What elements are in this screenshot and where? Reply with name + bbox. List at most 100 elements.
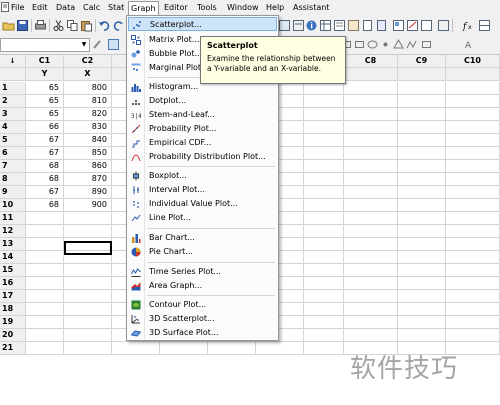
row-header[interactable]: 11 xyxy=(0,212,26,225)
worksheet-cell[interactable] xyxy=(344,303,398,316)
graph-menu-item-3d-scatterplot[interactable]: 3D Scatterplot... xyxy=(128,312,277,326)
worksheet-cell[interactable] xyxy=(344,173,398,186)
select-icon[interactable] xyxy=(107,38,120,51)
worksheet-cell[interactable] xyxy=(344,212,398,225)
column-selector-combobox[interactable]: ▼ xyxy=(0,38,90,52)
worksheet-cell[interactable]: 65 xyxy=(26,82,64,95)
worksheet-cell[interactable] xyxy=(64,277,112,290)
worksheet-cell[interactable] xyxy=(446,277,500,290)
copy-icon[interactable] xyxy=(66,19,79,32)
worksheet-cell[interactable] xyxy=(398,290,446,303)
chevron-down-icon[interactable]: ▼ xyxy=(79,39,89,51)
worksheet-cell[interactable] xyxy=(26,277,64,290)
graph-menu-item-stem-and-leaf[interactable]: 3|4 Stem-and-Leaf... xyxy=(128,108,277,122)
worksheet-cell[interactable] xyxy=(398,277,446,290)
worksheet-cell[interactable] xyxy=(344,82,398,95)
graph-menu-item-time-series[interactable]: Time Series Plot... xyxy=(128,265,277,279)
worksheet-cell[interactable] xyxy=(304,147,344,160)
history-icon[interactable] xyxy=(347,19,360,32)
worksheet-cell[interactable] xyxy=(344,121,398,134)
menu-calc[interactable]: Calc xyxy=(81,2,102,14)
graph-menu-item-individual-value[interactable]: Individual Value Plot... xyxy=(128,197,277,211)
worksheet-cell[interactable] xyxy=(398,82,446,95)
worksheet-cell[interactable] xyxy=(398,303,446,316)
worksheet-cell[interactable] xyxy=(64,316,112,329)
graph-menu-item-line-plot[interactable]: Line Plot... xyxy=(128,211,277,225)
worksheet-cell[interactable] xyxy=(344,134,398,147)
row-header[interactable]: 3 xyxy=(0,108,26,121)
worksheet-cell[interactable] xyxy=(304,225,344,238)
worksheet-cell[interactable] xyxy=(160,342,208,355)
worksheet-cell[interactable] xyxy=(344,199,398,212)
worksheet-cell[interactable] xyxy=(446,82,500,95)
worksheet-cell[interactable] xyxy=(26,238,64,251)
worksheet-cell[interactable] xyxy=(64,290,112,303)
column-name-cell[interactable] xyxy=(398,68,446,81)
worksheet-cell[interactable] xyxy=(398,134,446,147)
calculator-icon[interactable]: fx xyxy=(462,19,475,32)
worksheet-cell[interactable]: 810 xyxy=(64,95,112,108)
graph-menu-item-contour-plot[interactable]: Contour Plot... xyxy=(128,298,277,312)
worksheet-cell[interactable]: 67 xyxy=(26,147,64,160)
worksheet-cell[interactable]: 67 xyxy=(26,186,64,199)
worksheet-cell[interactable] xyxy=(398,329,446,342)
menu-edit[interactable]: Edit xyxy=(30,2,50,14)
worksheet-cell[interactable] xyxy=(304,173,344,186)
worksheet-cell[interactable] xyxy=(304,303,344,316)
worksheet-cell[interactable] xyxy=(304,251,344,264)
menu-assistant[interactable]: Assistant xyxy=(291,2,331,14)
worksheet-cell[interactable]: 66 xyxy=(26,121,64,134)
graph-menu-item-dotplot[interactable]: Dotplot... xyxy=(128,94,277,108)
worksheet-cell[interactable] xyxy=(446,160,500,173)
worksheet-cell[interactable] xyxy=(304,160,344,173)
tile-icon[interactable] xyxy=(420,19,433,32)
worksheet-cell[interactable] xyxy=(26,329,64,342)
menu-tools[interactable]: Tools xyxy=(195,2,219,14)
menu-window[interactable]: Window xyxy=(225,2,261,14)
active-cell-cursor[interactable] xyxy=(64,241,112,255)
row-header[interactable]: 15 xyxy=(0,264,26,277)
worksheet-cell[interactable] xyxy=(304,212,344,225)
worksheet-cell[interactable] xyxy=(304,342,344,355)
row-header[interactable]: 13 xyxy=(0,238,26,251)
worksheet-cell[interactable] xyxy=(398,121,446,134)
column-name-cell[interactable] xyxy=(446,68,500,81)
worksheet-cell[interactable] xyxy=(344,225,398,238)
worksheet-cell[interactable] xyxy=(26,290,64,303)
menu-data[interactable]: Data xyxy=(54,2,77,14)
worksheet-cell[interactable] xyxy=(446,225,500,238)
row-header[interactable]: 9 xyxy=(0,186,26,199)
worksheet-cell[interactable] xyxy=(26,342,64,355)
graph-menu-item-probability-plot[interactable]: Probability Plot... xyxy=(128,122,277,136)
row-header[interactable]: 16 xyxy=(0,277,26,290)
worksheet-cell[interactable] xyxy=(64,329,112,342)
worksheet-cell[interactable] xyxy=(446,121,500,134)
graph-menu-item-probability-distribution[interactable]: Probability Distribution Plot... xyxy=(128,150,277,164)
column-header[interactable]: C1 xyxy=(26,55,64,68)
sheet-corner-cell[interactable]: ↓ xyxy=(0,55,26,68)
worksheet-cell[interactable] xyxy=(26,251,64,264)
print-icon[interactable] xyxy=(34,19,47,32)
brush-icon[interactable] xyxy=(91,38,104,51)
worksheet-cell[interactable]: 820 xyxy=(64,108,112,121)
worksheet-cell[interactable]: 67 xyxy=(26,134,64,147)
worksheet-cell[interactable] xyxy=(344,186,398,199)
shape-tool-icon[interactable] xyxy=(420,38,433,51)
worksheet-cell[interactable] xyxy=(446,316,500,329)
worksheet-cell[interactable] xyxy=(398,238,446,251)
menu-editor[interactable]: Editor xyxy=(162,2,190,14)
cut-icon[interactable] xyxy=(52,19,65,32)
worksheet-cell[interactable] xyxy=(304,264,344,277)
graph-menu-item-boxplot[interactable]: Boxplot... xyxy=(128,169,277,183)
row-header[interactable]: 6 xyxy=(0,147,26,160)
worksheet-cell[interactable] xyxy=(26,225,64,238)
worksheet-cell[interactable] xyxy=(304,95,344,108)
column-name-cell[interactable] xyxy=(344,68,398,81)
worksheet-cell[interactable] xyxy=(304,238,344,251)
worksheet-cell[interactable] xyxy=(344,329,398,342)
worksheet-cell[interactable] xyxy=(64,264,112,277)
column-header[interactable]: C10 xyxy=(446,55,500,68)
menu-graph[interactable]: Graph xyxy=(128,1,159,16)
worksheet-cell[interactable] xyxy=(446,108,500,121)
graph-layout-icon[interactable] xyxy=(406,19,419,32)
